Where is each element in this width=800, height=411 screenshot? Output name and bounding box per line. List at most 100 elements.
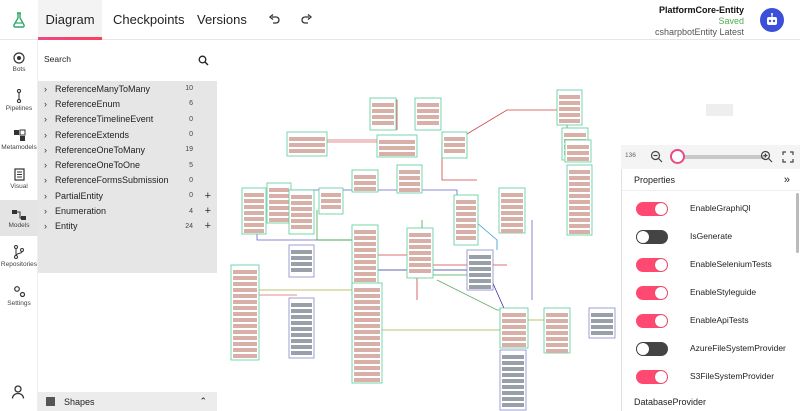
collapse-properties-button[interactable]: » [784, 169, 790, 191]
entity-box[interactable] [406, 227, 434, 279]
entity-box[interactable] [376, 134, 418, 158]
nav-pipelines-label: Pipelines [5, 105, 33, 112]
nav-repositories-label: Repositories [0, 261, 38, 268]
nav-bots[interactable]: Bots [0, 44, 38, 80]
property-toggle[interactable] [636, 258, 668, 272]
tab-versions[interactable]: Versions [197, 0, 247, 40]
tree-item-count: 24 [185, 222, 193, 230]
shapes-section[interactable]: Shapes ⌃ [38, 392, 217, 411]
user-icon[interactable] [11, 385, 27, 401]
entity-box[interactable] [351, 282, 383, 384]
entity-box[interactable] [230, 264, 260, 361]
entity-box[interactable] [414, 97, 442, 131]
property-row: IsGenerate [622, 227, 800, 247]
metamodel-icon [0, 122, 38, 142]
entity-box[interactable] [351, 169, 379, 193]
tab-checkpoints[interactable]: Checkpoints [113, 0, 185, 40]
entity-box[interactable] [556, 89, 583, 126]
entity-box[interactable] [286, 131, 328, 157]
tree-item-entity[interactable]: › Entity 24 + [38, 219, 217, 234]
chevron-right-icon[interactable]: › [44, 84, 55, 94]
property-toggle[interactable] [636, 202, 668, 216]
chevron-right-icon[interactable]: › [44, 175, 55, 185]
property-toggle[interactable] [636, 286, 668, 300]
chevron-right-icon[interactable]: › [44, 99, 55, 109]
flask-logo-icon[interactable] [0, 0, 38, 40]
property-row: EnableGraphiQl [622, 199, 800, 219]
property-toggle[interactable] [636, 230, 668, 244]
zoom-out-icon[interactable] [650, 150, 663, 163]
redo-icon[interactable] [299, 12, 315, 28]
toggle-knob [655, 259, 667, 271]
entity-box[interactable] [241, 187, 267, 235]
nav-models[interactable]: Models [0, 200, 38, 236]
entity-box[interactable] [499, 349, 527, 411]
chevron-right-icon[interactable]: › [44, 221, 55, 231]
property-toggle[interactable] [636, 370, 668, 384]
entity-box[interactable] [588, 307, 616, 339]
properties-panel: Properties » EnableGraphiQl IsGenerate Ena… [621, 169, 800, 411]
avatar[interactable] [760, 8, 784, 32]
tree-item-partial-entity[interactable]: › PartialEntity 0 + [38, 188, 217, 203]
tree-item-reference-many-to-many[interactable]: › ReferenceManyToMany 10 [38, 81, 217, 96]
tree-item-reference-enum[interactable]: › ReferenceEnum 6 [38, 96, 217, 111]
chevron-right-icon[interactable]: › [44, 145, 55, 155]
zoom-in-icon[interactable] [760, 150, 773, 163]
tab-checkpoints-label: Checkpoints [113, 12, 185, 27]
chevron-right-icon[interactable]: › [44, 130, 55, 140]
nav-metamodels[interactable]: Metamodels [0, 122, 38, 158]
entity-box[interactable] [288, 244, 315, 278]
property-toggle[interactable] [636, 342, 668, 356]
entity-box[interactable] [543, 307, 571, 354]
zoom-slider-thumb[interactable] [670, 149, 685, 164]
undo-icon[interactable] [266, 12, 282, 28]
tree-item-reference-one-to-many[interactable]: › ReferenceOneToMany 19 [38, 142, 217, 157]
nav-visual[interactable]: Visual [0, 161, 38, 197]
search-input[interactable] [44, 52, 194, 66]
tree-item-reference-one-to-one[interactable]: › ReferenceOneToOne 5 [38, 157, 217, 172]
add-partial-entity-button[interactable]: + [205, 190, 211, 202]
entity-box[interactable] [441, 131, 468, 159]
entity-box[interactable] [288, 189, 315, 235]
shapes-label: Shapes [64, 396, 95, 407]
entity-box[interactable] [396, 164, 423, 194]
entity-box[interactable] [369, 97, 397, 131]
tree-item-reference-extends[interactable]: › ReferenceExtends 0 [38, 127, 217, 142]
nav-repositories[interactable]: Repositories [0, 239, 38, 275]
fullscreen-icon[interactable] [782, 150, 795, 163]
tree-item-reference-forms-submission[interactable]: › ReferenceFormsSubmission 0 [38, 173, 217, 188]
entity-box[interactable] [288, 297, 315, 359]
zoom-slider-track[interactable] [673, 155, 765, 159]
toggle-knob [637, 343, 649, 355]
model-tree: › ReferenceManyToMany 10 › ReferenceEnum 6 ›… [38, 81, 217, 273]
nav-pipelines[interactable]: Pipelines [0, 83, 38, 119]
entity-box[interactable] [498, 187, 526, 234]
add-entity-button[interactable]: + [205, 220, 211, 232]
tree-item-reference-timeline-event[interactable]: › ReferenceTimelineEvent 0 [38, 112, 217, 127]
models-icon [0, 200, 38, 220]
entity-box[interactable] [453, 194, 479, 246]
tab-diagram[interactable]: Diagram [38, 0, 102, 40]
chevron-right-icon[interactable]: › [44, 114, 55, 124]
add-enumeration-button[interactable]: + [205, 205, 211, 217]
chevron-right-icon[interactable]: › [44, 191, 55, 201]
search-icon[interactable] [198, 53, 210, 66]
entity-box[interactable] [318, 187, 344, 215]
edge[interactable] [316, 210, 357, 241]
nav-settings[interactable]: Settings [0, 278, 38, 314]
entity-box[interactable] [266, 182, 292, 224]
edge[interactable] [456, 109, 567, 141]
entity-box[interactable] [466, 249, 494, 291]
entity-box[interactable] [564, 139, 592, 163]
project-info: PlatformCore-Entity Saved csharpbotEntit… [655, 5, 744, 38]
tab-versions-label: Versions [197, 12, 247, 27]
tree-item-enumeration[interactable]: › Enumeration 4 + [38, 203, 217, 218]
chevron-right-icon[interactable]: › [44, 206, 55, 216]
entity-box[interactable] [566, 164, 593, 236]
chevron-right-icon[interactable]: › [44, 160, 55, 170]
property-toggle[interactable] [636, 314, 668, 328]
entity-box[interactable] [499, 307, 529, 349]
tab-diagram-label: Diagram [45, 12, 95, 27]
tree-item-count: 0 [189, 115, 193, 123]
chevron-up-icon[interactable]: ⌃ [199, 396, 207, 407]
